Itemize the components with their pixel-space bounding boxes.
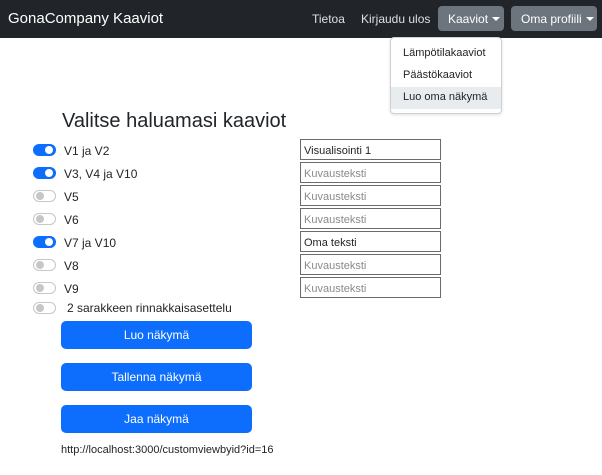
dropdown-item-emissions[interactable]: Päästökaaviot bbox=[391, 65, 501, 87]
description-input-v7-v10[interactable] bbox=[300, 231, 441, 252]
toggle-knob bbox=[36, 261, 44, 269]
save-view-button[interactable]: Tallenna näkymä bbox=[61, 363, 252, 391]
toggle-two-column-layout[interactable] bbox=[33, 302, 56, 314]
chevron-down-icon bbox=[585, 17, 594, 21]
dropdown-item-temperature[interactable]: Lämpötilakaaviot bbox=[391, 43, 501, 65]
toggle-v3-v4-v10[interactable] bbox=[33, 167, 56, 179]
profile-menu-label: Oma profiili bbox=[521, 12, 582, 26]
label-v7-v10: V7 ja V10 bbox=[64, 236, 117, 250]
top-navbar: GonaCompany Kaaviot Tietoa Kirjaudu ulos… bbox=[0, 0, 602, 38]
share-view-button[interactable]: Jaa näkymä bbox=[61, 405, 252, 433]
toggle-knob bbox=[45, 169, 53, 177]
label-v9: V9 bbox=[64, 282, 79, 296]
toggle-knob bbox=[45, 146, 53, 154]
toggle-v8[interactable] bbox=[33, 259, 56, 271]
toggle-v1-v2[interactable] bbox=[33, 144, 56, 156]
description-input-v1-v2[interactable] bbox=[300, 139, 441, 160]
toggle-v5[interactable] bbox=[33, 190, 56, 202]
label-v6: V6 bbox=[64, 213, 79, 227]
share-url-text: http://localhost:3000/customviewbyid?id=… bbox=[61, 444, 274, 456]
toggle-knob bbox=[36, 304, 44, 312]
dropdown-item-custom-view[interactable]: Luo oma näkymä bbox=[391, 87, 501, 109]
label-v3-v4-v10: V3, V4 ja V10 bbox=[64, 167, 138, 181]
charts-dropdown-menu: Lämpötilakaaviot Päästökaaviot Luo oma n… bbox=[390, 37, 502, 114]
toggle-v7-v10[interactable] bbox=[33, 236, 56, 248]
nav-link-tietoa[interactable]: Tietoa bbox=[312, 12, 345, 26]
toggle-v9[interactable] bbox=[33, 282, 56, 294]
toggle-knob bbox=[36, 192, 44, 200]
description-input-v8[interactable] bbox=[300, 254, 441, 275]
nav-link-logout[interactable]: Kirjaudu ulos bbox=[361, 12, 430, 26]
toggle-v6[interactable] bbox=[33, 213, 56, 225]
toggle-knob bbox=[36, 215, 44, 223]
label-v1-v2: V1 ja V2 bbox=[64, 144, 110, 158]
description-input-v3-v4-v10[interactable] bbox=[300, 162, 441, 183]
charts-menu-label: Kaaviot bbox=[448, 12, 489, 26]
description-input-v6[interactable] bbox=[300, 208, 441, 229]
brand-title[interactable]: GonaCompany Kaaviot bbox=[8, 10, 163, 27]
profile-menu-button[interactable]: Oma profiili bbox=[511, 6, 597, 31]
label-two-column-layout: 2 sarakkeen rinnakkaisasettelu bbox=[67, 301, 232, 315]
description-input-v5[interactable] bbox=[300, 185, 441, 206]
label-v8: V8 bbox=[64, 259, 79, 273]
toggle-knob bbox=[45, 238, 53, 246]
charts-menu-button[interactable]: Kaaviot bbox=[438, 6, 504, 31]
create-view-button[interactable]: Luo näkymä bbox=[61, 321, 252, 349]
description-input-v9[interactable] bbox=[300, 277, 441, 298]
chevron-down-icon bbox=[492, 17, 501, 21]
toggle-knob bbox=[36, 284, 44, 292]
page-title: Valitse haluamasi kaaviot bbox=[62, 110, 287, 132]
label-v5: V5 bbox=[64, 190, 79, 204]
